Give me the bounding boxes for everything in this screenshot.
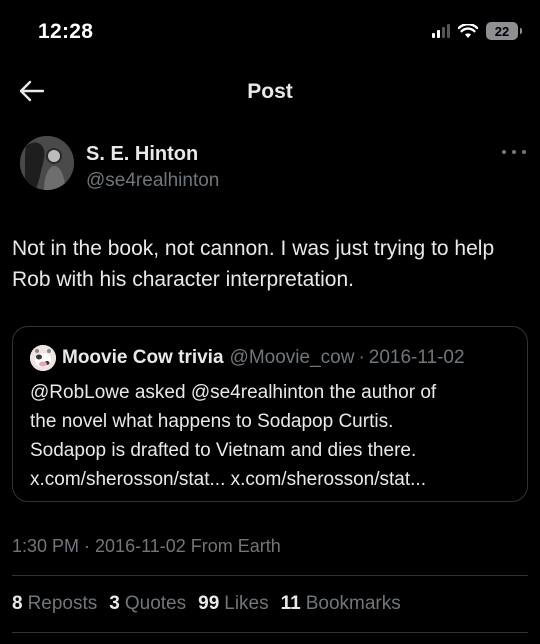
divider bbox=[12, 632, 528, 633]
battery-icon: 22 bbox=[486, 22, 522, 40]
quoted-post-card[interactable]: Moovie Cow trivia @Moovie_cow · 2016-11-… bbox=[12, 326, 528, 502]
avatar[interactable] bbox=[20, 136, 74, 190]
post-timestamp: 1:30 PM · 2016-11-02 From Earth bbox=[12, 536, 281, 556]
quotes-count: 3 bbox=[109, 593, 120, 614]
quote-text-line: the novel what happens to Sodapop Curtis… bbox=[30, 411, 394, 432]
cellular-signal-icon bbox=[432, 24, 450, 38]
quotes-label: Quotes bbox=[124, 593, 187, 614]
quote-links[interactable]: x.com/sherosson/stat... x.com/sherosson/… bbox=[30, 465, 520, 494]
likes-label: Likes bbox=[224, 593, 269, 614]
quote-author-name: Moovie Cow trivia bbox=[62, 347, 224, 368]
reposts-stat[interactable]: 8 Reposts bbox=[12, 593, 97, 615]
status-icons: 22 bbox=[432, 22, 522, 40]
cow-icon bbox=[30, 345, 56, 371]
page-title: Post bbox=[247, 80, 293, 103]
author-name[interactable]: S. E. Hinton bbox=[86, 143, 198, 166]
quote-avatar bbox=[30, 345, 56, 371]
quote-header: Moovie Cow trivia @Moovie_cow · 2016-11-… bbox=[30, 345, 465, 371]
likes-stat[interactable]: 99 Likes bbox=[198, 593, 269, 615]
quote-text: @RobLowe asked @se4realhinton the author… bbox=[30, 378, 520, 494]
avatar-image bbox=[20, 136, 74, 190]
post-text: Not in the book, not cannon. I was just … bbox=[12, 237, 495, 291]
bookmarks-stat[interactable]: 11 Bookmarks bbox=[281, 593, 401, 615]
divider bbox=[12, 575, 528, 576]
engagement-stats: 8 Reposts 3 Quotes 99 Likes 11 Bookmarks bbox=[12, 593, 401, 615]
quote-separator: · bbox=[358, 347, 365, 368]
reposts-label: Reposts bbox=[27, 593, 98, 614]
ellipsis-icon bbox=[502, 150, 506, 154]
bookmarks-label: Bookmarks bbox=[305, 593, 401, 614]
quote-text-line: Sodapop is drafted to Vietnam and dies t… bbox=[30, 440, 417, 461]
quote-date: 2016-11-02 bbox=[368, 347, 465, 368]
likes-count: 99 bbox=[198, 593, 220, 614]
quote-text-line: @RobLowe asked @se4realhinton the author… bbox=[30, 382, 437, 403]
reposts-count: 8 bbox=[12, 593, 23, 614]
status-time: 12:28 bbox=[38, 20, 94, 43]
quotes-stat[interactable]: 3 Quotes bbox=[109, 593, 186, 615]
wifi-icon bbox=[458, 23, 478, 38]
more-options-button[interactable] bbox=[502, 142, 526, 162]
author-handle[interactable]: @se4realhinton bbox=[86, 170, 219, 192]
status-bar: 12:28 22 bbox=[0, 0, 540, 60]
quote-author-handle: @Moovie_cow bbox=[229, 347, 355, 368]
bookmarks-count: 11 bbox=[280, 593, 301, 614]
